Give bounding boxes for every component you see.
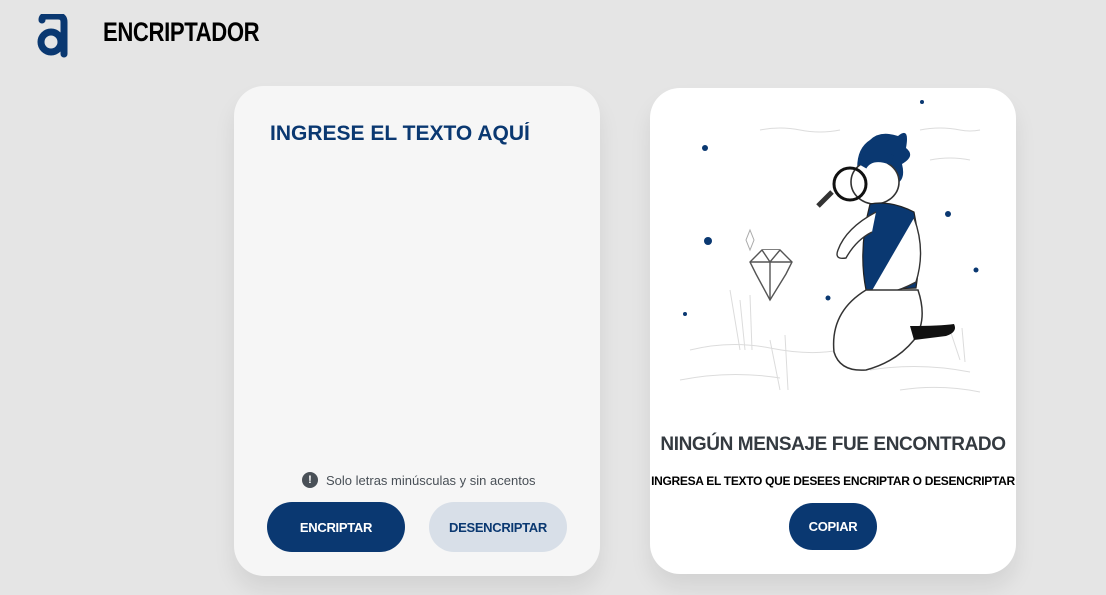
encrypt-button[interactable]: ENCRIPTAR: [267, 502, 405, 552]
exclamation-circle-icon: !: [302, 472, 318, 488]
app-title: ENCRIPTADOR: [103, 17, 260, 47]
person-with-magnifying-glass-illustration: [679, 100, 981, 393]
hint-text: Solo letras minúsculas y sin acentos: [326, 472, 536, 488]
empty-message-subtitle: INGRESA EL TEXTO QUE DESEES ENCRIPTAR O …: [651, 474, 1015, 488]
input-hint: ! Solo letras minúsculas y sin acentos: [302, 472, 536, 488]
alura-logo-icon: [36, 12, 70, 58]
empty-message-title: NINGÚN MENSAJE FUE ENCONTRADO: [660, 434, 1006, 455]
output-panel: NINGÚN MENSAJE FUE ENCONTRADO INGRESA EL…: [650, 88, 1016, 574]
copy-button[interactable]: COPIAR: [789, 503, 877, 550]
decrypt-button[interactable]: DESENCRIPTAR: [429, 502, 567, 552]
input-panel: ! Solo letras minúsculas y sin acentos E…: [234, 86, 600, 576]
message-input[interactable]: [270, 122, 570, 452]
